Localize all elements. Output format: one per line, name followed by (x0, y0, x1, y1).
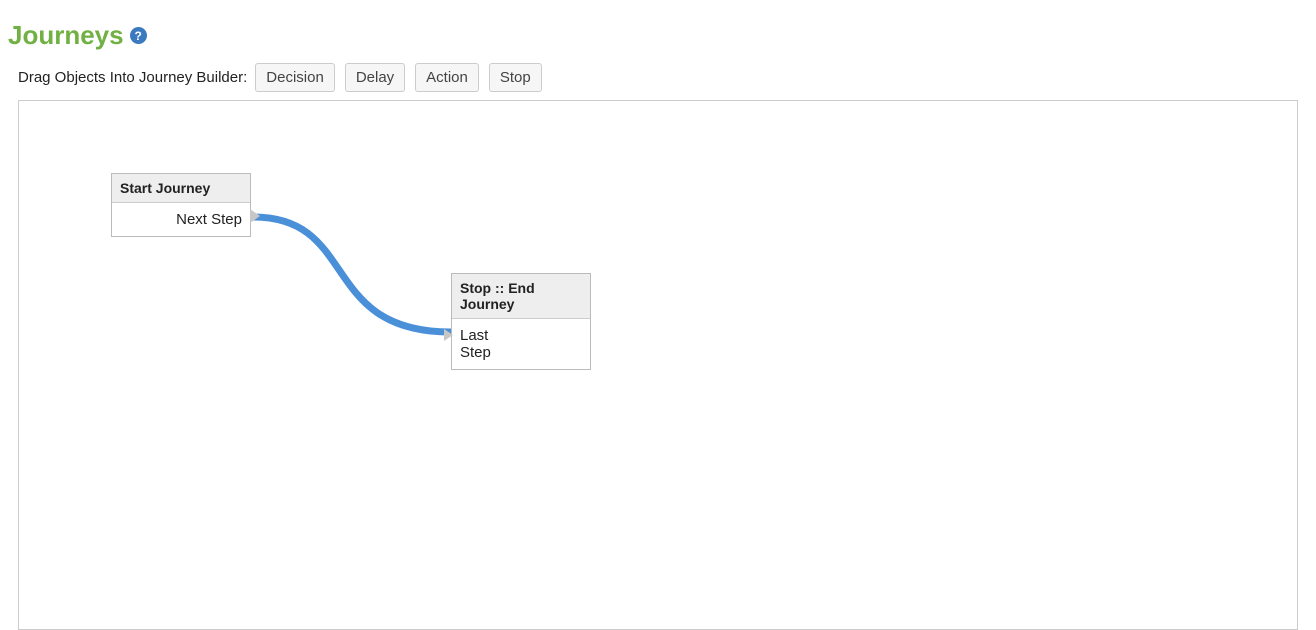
node-stop-body-label: Last Step (460, 327, 506, 361)
node-stop-header: Stop :: End Journey (452, 274, 590, 319)
node-start-journey[interactable]: Start Journey Next Step (111, 173, 251, 237)
edge-start-to-stop (253, 217, 451, 332)
node-start-body-label: Next Step (176, 211, 242, 228)
connector-in-icon (444, 329, 453, 341)
palette-action[interactable]: Action (415, 63, 479, 92)
palette-toolbar-label: Drag Objects Into Journey Builder: (18, 69, 247, 86)
palette-delay[interactable]: Delay (345, 63, 405, 92)
journey-canvas[interactable]: Start Journey Next Step Stop :: End Jour… (18, 100, 1298, 630)
page-title: Journeys (8, 20, 124, 51)
palette-decision[interactable]: Decision (255, 63, 335, 92)
palette-toolbar: Drag Objects Into Journey Builder: Decis… (0, 57, 1316, 100)
node-start-header: Start Journey (112, 174, 250, 203)
palette-stop[interactable]: Stop (489, 63, 542, 92)
connector-out-icon[interactable] (250, 209, 260, 223)
help-icon[interactable]: ? (130, 27, 147, 44)
node-stop-journey[interactable]: Stop :: End Journey Last Step (451, 273, 591, 370)
